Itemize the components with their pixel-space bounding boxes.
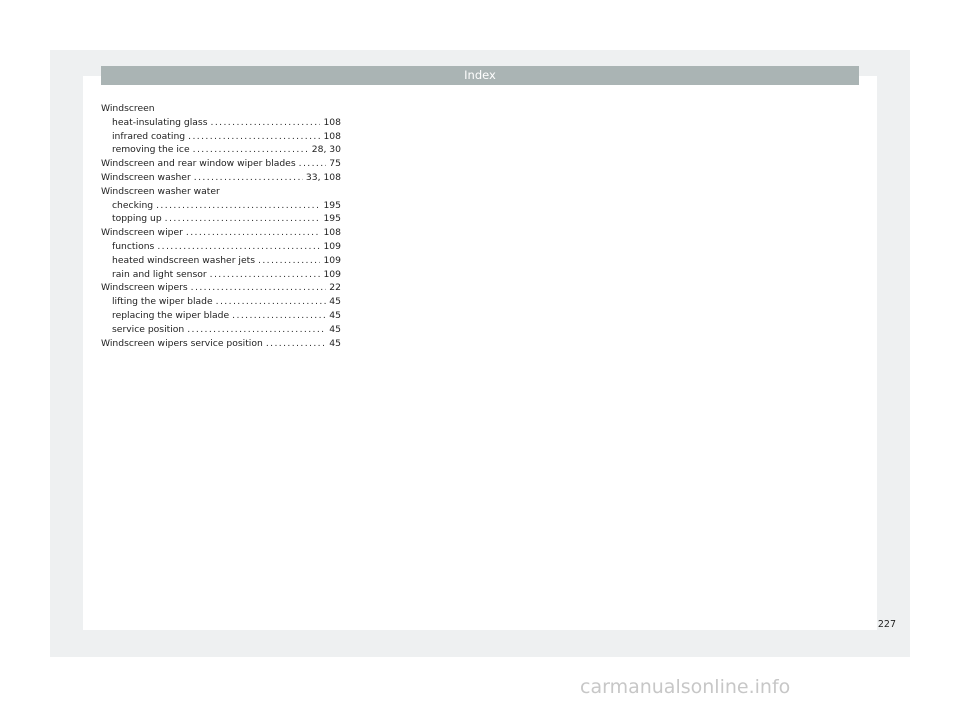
index-entry: Windscreen and rear window wiper blades.… [101,157,341,171]
index-page-ref: 28, 30 [311,144,341,156]
index-term: checking [112,199,154,211]
dot-leader: ........................................… [190,282,327,294]
index-term: lifting the wiper blade [112,296,213,308]
index-page-ref: 45 [329,296,341,308]
index-page-ref: 75 [329,158,341,170]
index-term: Windscreen wipers [101,282,188,294]
index-term: service position [112,323,185,335]
index-entry: Windscreen wiper........................… [101,226,341,240]
index-subentry: checking................................… [101,199,341,213]
index-term: removing the ice [112,144,190,156]
section-title: Index [464,68,496,82]
dot-leader: ........................................… [157,240,321,252]
dot-leader: ........................................… [209,268,321,280]
index-page-ref: 108 [323,227,341,239]
index-term: functions [112,240,155,252]
index-entry: Windscreen wipers service position......… [101,337,341,351]
dot-leader: ........................................… [210,116,321,128]
index-subentry: service position........................… [101,323,341,337]
dot-leader: ........................................… [156,199,321,211]
index-subentry: functions...............................… [101,240,341,254]
dot-leader: ........................................… [215,296,327,308]
index-subentry: lifting the wiper blade.................… [101,295,341,309]
index-page-ref: 108 [323,116,341,128]
index-page-ref: 108 [323,130,341,142]
index-subentry: removing the ice........................… [101,143,341,157]
index-term: topping up [112,213,162,225]
index-list: Windscreen heat-insulating glass.........… [101,102,341,350]
index-page-ref: 109 [323,240,341,252]
index-term: rain and light sensor [112,268,207,280]
index-page-ref: 22 [329,282,341,294]
index-subentry: heat-insulating glass...................… [101,116,341,130]
index-subentry: replacing the wiper blade...............… [101,309,341,323]
index-page-ref: 45 [329,323,341,335]
index-subentry: infrared coating........................… [101,130,341,144]
index-entry: Windscreen [101,102,341,116]
page-number: 227 [877,619,896,630]
dot-leader: ........................................… [265,337,327,349]
dot-leader: ........................................… [188,130,320,142]
section-header: Index [101,66,859,85]
index-page-ref: 195 [323,199,341,211]
index-page-ref: 45 [329,337,341,349]
index-term: infrared coating [112,130,186,142]
index-entry: Windscreen washer.......................… [101,171,341,185]
index-term: Windscreen and rear window wiper blades [101,158,296,170]
dot-leader: ........................................… [232,309,326,321]
index-page-ref: 109 [323,268,341,280]
index-term: Windscreen [101,103,155,114]
index-page-ref: 109 [323,254,341,266]
dot-leader: ........................................… [187,323,326,335]
index-entry: Windscreen washer water [101,185,341,199]
index-subentry: rain and light sensor...................… [101,268,341,282]
watermark: carmanualsonline.info [580,676,791,698]
index-term: heated windscreen washer jets [112,254,255,266]
index-page-ref: 45 [329,309,341,321]
index-term: replacing the wiper blade [112,309,230,321]
dot-leader: ........................................… [164,213,321,225]
dot-leader: ........................................… [185,227,321,239]
dot-leader: ........................................… [192,144,309,156]
index-term: Windscreen wiper [101,227,183,239]
dot-leader: ........................................… [298,158,327,170]
index-page-ref: 33, 108 [305,171,341,183]
index-term: Windscreen washer water [101,185,220,197]
index-subentry: topping up..............................… [101,212,341,226]
index-page-ref: 195 [323,213,341,225]
index-term: heat-insulating glass [112,116,208,128]
dot-leader: ........................................… [258,254,320,266]
index-term: Windscreen wipers service position [101,337,263,349]
dot-leader: ........................................… [193,171,303,183]
index-term: Windscreen washer [101,171,191,183]
index-subentry: heated windscreen washer jets...........… [101,254,341,268]
index-entry: Windscreen wipers.......................… [101,281,341,295]
